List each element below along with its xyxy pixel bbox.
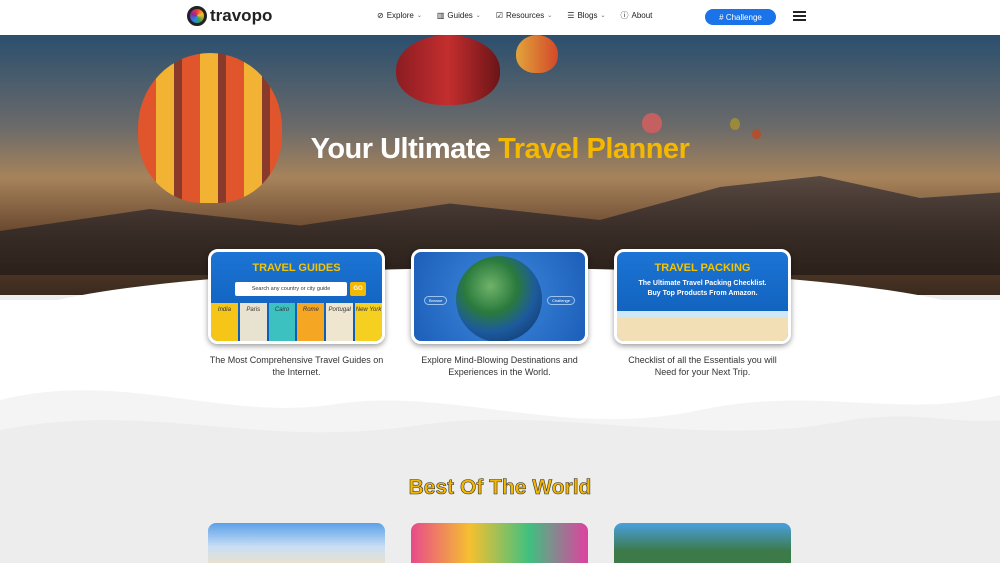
nav-label: About <box>631 11 653 20</box>
destination-tile[interactable] <box>411 523 588 563</box>
browse-pill: Browse <box>424 296 448 305</box>
balloon <box>396 35 500 105</box>
challenge-pill: Challenge <box>546 296 575 305</box>
top-nav: travopo ⊘ Explore ⌄ ▥ Guides ⌄ ☑ Resources ⌄ ☰… <box>0 0 1000 35</box>
title-accent: Travel Planner <box>498 133 690 165</box>
book: Cairo <box>268 303 296 341</box>
map-icon: ▥ <box>436 11 445 20</box>
balloon <box>730 118 740 130</box>
chevron-down-icon: ⌄ <box>416 13 422 19</box>
nav-label: Guides <box>447 11 473 20</box>
nav-label: Blogs <box>577 11 598 20</box>
go-button[interactable]: GO <box>350 282 366 296</box>
balloon <box>642 113 662 133</box>
nav-explore[interactable]: ⊘ Explore ⌄ <box>377 10 422 21</box>
travel-packing-card[interactable]: TRAVEL PACKING The Ultimate Travel Packi… <box>614 249 791 344</box>
nav-guides[interactable]: ▥ Guides ⌄ <box>437 10 481 21</box>
chevron-down-icon: ⌄ <box>475 13 481 19</box>
book: India <box>211 303 238 341</box>
nav-resources[interactable]: ☑ Resources ⌄ <box>496 10 552 21</box>
hamburger-menu-icon[interactable] <box>793 11 806 21</box>
destination-tile[interactable] <box>208 523 385 563</box>
nav-blogs[interactable]: ☰ Blogs ⌄ <box>567 10 605 21</box>
book: Portugal <box>326 303 354 341</box>
info-icon: ⓘ <box>620 11 629 20</box>
hero-title: Your Ultimate Travel Planner <box>0 133 1000 166</box>
challenge-button[interactable]: # Challenge <box>705 9 776 25</box>
explore-globe-card[interactable]: Browse Challenge <box>411 249 588 344</box>
destination-tile[interactable] <box>614 523 791 563</box>
nav-label: Explore <box>386 11 414 20</box>
card-subtitle: The Ultimate Travel Packing Checklist. B… <box>638 280 767 297</box>
book: Paris <box>239 303 267 341</box>
logo[interactable]: travopo <box>187 6 272 26</box>
section-title: Best Of The World <box>408 476 592 500</box>
card-title: TRAVEL PACKING <box>654 262 751 274</box>
wave-divider <box>0 390 1000 460</box>
nav-label: Resources <box>505 11 545 20</box>
card-description: The Most Comprehensive Travel Guides on … <box>209 355 384 377</box>
balloon <box>516 35 558 73</box>
balloon <box>138 53 282 203</box>
book: New York <box>355 303 382 341</box>
calendar-check-icon: ☑ <box>495 11 503 20</box>
card-description: Explore Mind-Blowing Destinations and Ex… <box>421 355 578 377</box>
nav-about[interactable]: ⓘ About <box>620 10 652 21</box>
travel-guides-card[interactable]: TRAVEL GUIDES Search any country or city… <box>208 249 385 344</box>
chevron-down-icon: ⌄ <box>547 13 553 19</box>
card-title: TRAVEL GUIDES <box>252 262 341 274</box>
chevron-down-icon: ⌄ <box>600 13 606 19</box>
book: Rome <box>297 303 325 341</box>
logo-icon <box>187 6 207 26</box>
card-description: Checklist of all the Essentials you will… <box>628 355 777 377</box>
globe-image <box>456 256 542 341</box>
title-plain: Your Ultimate <box>310 133 499 165</box>
beach-items-image <box>617 311 788 341</box>
list-icon: ☰ <box>567 11 575 20</box>
brand-name: travopo <box>210 6 273 25</box>
guide-search-input[interactable]: Search any country or city guide <box>235 282 347 296</box>
compass-icon: ⊘ <box>377 11 384 20</box>
guide-books: India Paris Cairo Rome Portugal New York <box>211 303 382 341</box>
